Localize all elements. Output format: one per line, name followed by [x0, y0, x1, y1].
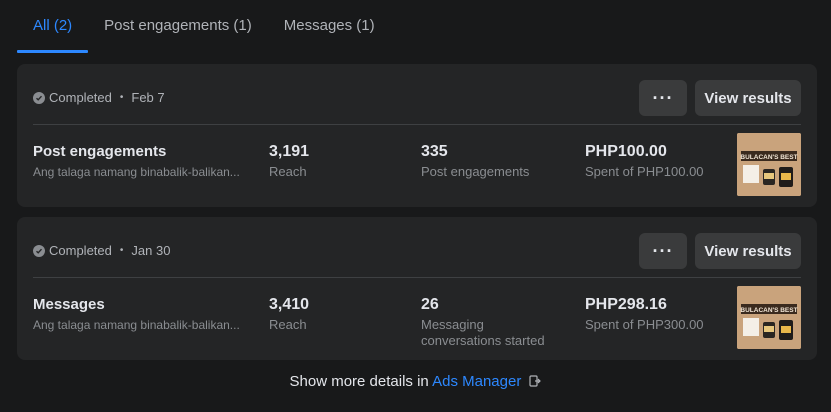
status-date: Feb 7 — [131, 90, 165, 105]
check-circle-icon — [33, 91, 45, 104]
external-link-icon[interactable] — [529, 374, 542, 391]
tab-post-engagements-label: Post engagements (1) — [104, 16, 252, 34]
divider — [33, 277, 801, 278]
spend-value: PHP298.16 — [585, 296, 667, 313]
view-results-label: View results — [704, 242, 792, 260]
tab-all-label: All (2) — [33, 16, 73, 34]
ad-subtitle: Ang talaga namang binabalik-balikan... — [33, 165, 240, 179]
reach-label: Reach — [269, 317, 307, 332]
ad-name: Post engagements — [33, 143, 167, 160]
more-options-button[interactable]: ··· — [639, 233, 687, 269]
result-label: Post engagements — [421, 164, 530, 179]
ad-thumbnail[interactable]: BULACAN'S BEST — [737, 286, 801, 349]
view-results-label: View results — [704, 89, 792, 107]
ads-manager-link[interactable]: Ads Manager — [432, 373, 521, 390]
tab-all[interactable]: All (2) — [17, 0, 89, 53]
ad-card: Completed • Jan 30 ··· View results Mess… — [17, 217, 817, 360]
result-value: 335 — [421, 143, 448, 160]
status-date: Jan 30 — [131, 243, 171, 258]
spend-label: Spent of PHP300.00 — [585, 317, 704, 332]
footer-prefix: Show more details in — [289, 373, 429, 390]
more-options-button[interactable]: ··· — [639, 80, 687, 116]
tab-messages[interactable]: Messages (1) — [268, 0, 391, 50]
spend-value: PHP100.00 — [585, 143, 667, 160]
result-label: Messaging conversations started — [421, 317, 545, 348]
view-results-button[interactable]: View results — [695, 80, 801, 116]
status-row: Completed • Jan 30 — [33, 243, 170, 258]
status-text: Completed — [49, 243, 112, 258]
status-row: Completed • Feb 7 — [33, 90, 165, 105]
ad-name: Messages — [33, 296, 105, 313]
separator-dot: • — [119, 92, 124, 103]
thumb-text: BULACAN'S BEST — [740, 154, 797, 161]
ad-card: Completed • Feb 7 ··· View results Post … — [17, 64, 817, 207]
footer: Show more details in Ads Manager — [0, 373, 831, 391]
separator-dot: • — [119, 245, 124, 256]
reach-value: 3,191 — [269, 143, 310, 160]
thumb-text: BULACAN'S BEST — [740, 307, 797, 314]
reach-label: Reach — [269, 164, 307, 179]
spend-label: Spent of PHP100.00 — [585, 164, 704, 179]
ad-thumbnail[interactable]: BULACAN'S BEST — [737, 133, 801, 196]
reach-value: 3,410 — [269, 296, 310, 313]
tab-bar: All (2) Post engagements (1) Messages (1… — [17, 0, 391, 54]
ad-subtitle: Ang talaga namang binabalik-balikan... — [33, 318, 240, 332]
view-results-button[interactable]: View results — [695, 233, 801, 269]
tab-post-engagements[interactable]: Post engagements (1) — [88, 0, 268, 50]
result-value: 26 — [421, 296, 439, 313]
more-icon: ··· — [652, 87, 674, 108]
divider — [33, 124, 801, 125]
more-icon: ··· — [652, 240, 674, 261]
check-circle-icon — [33, 244, 45, 257]
status-text: Completed — [49, 90, 112, 105]
tab-messages-label: Messages (1) — [283, 16, 375, 34]
